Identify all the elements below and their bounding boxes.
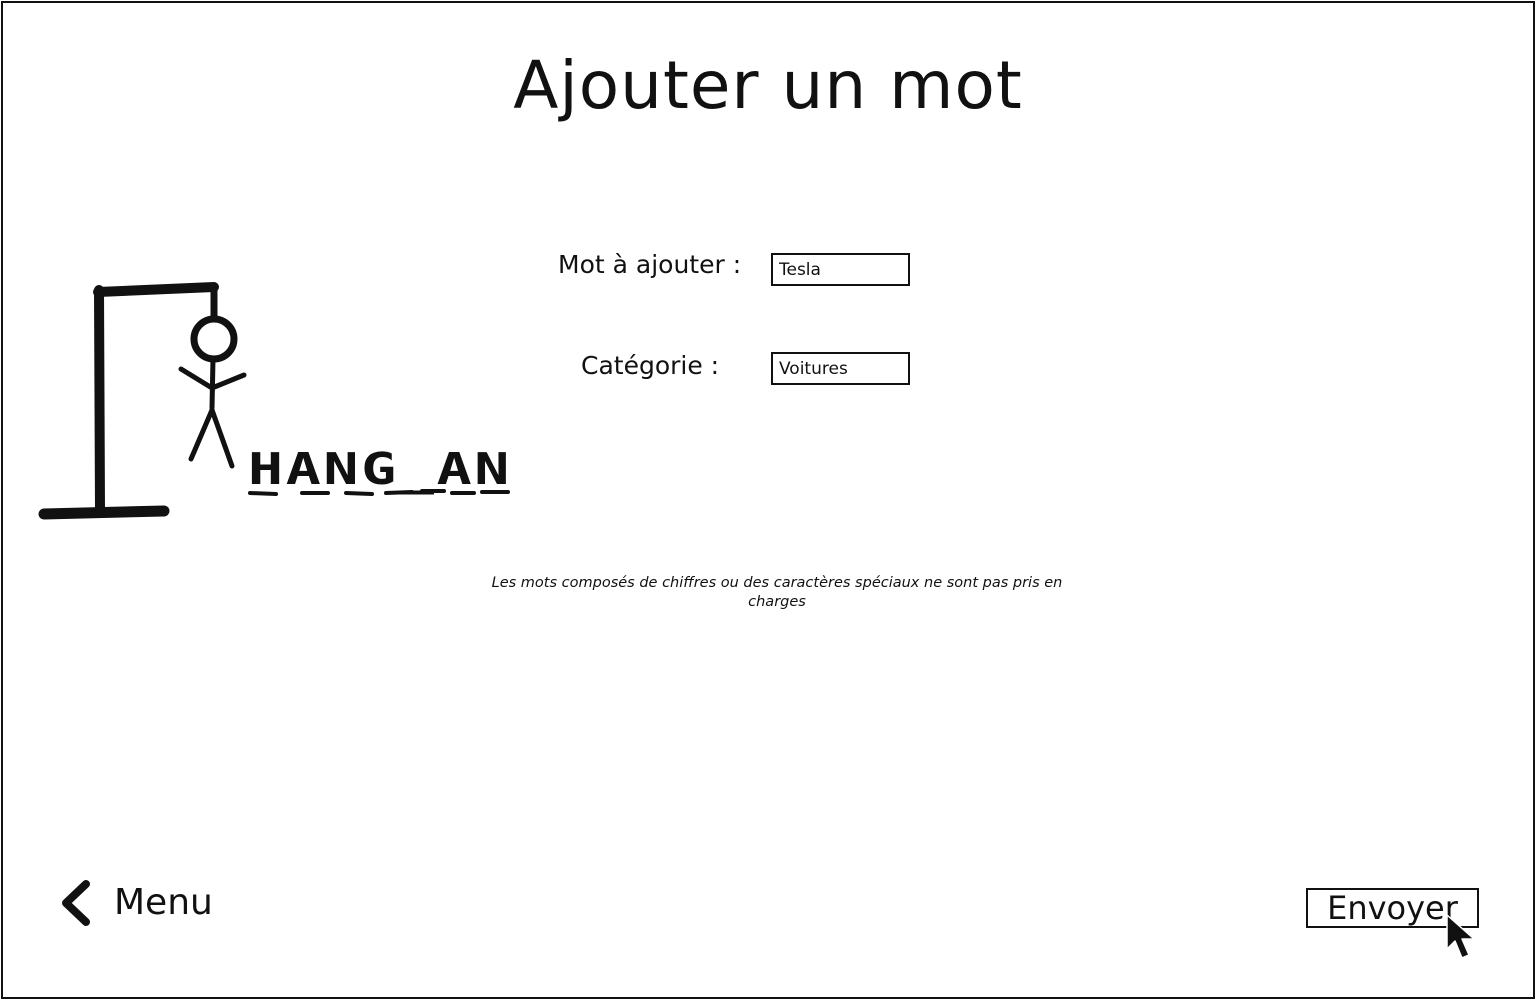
back-label: Menu	[114, 882, 213, 923]
word-input[interactable]	[771, 253, 910, 286]
word-label: Mot à ajouter :	[558, 250, 742, 279]
mouse-cursor-icon	[1446, 914, 1475, 959]
logo-text-art: HANG_AN	[248, 444, 512, 496]
page-title: Ajouter un mot	[513, 47, 1023, 124]
input-note: Les mots composés de chiffres ou des car…	[491, 575, 1063, 610]
back-to-menu-link[interactable]: Menu	[58, 878, 213, 928]
category-label: Catégorie :	[581, 351, 720, 380]
chevron-left-icon	[62, 880, 90, 926]
logo-text: HANG_AN	[248, 444, 512, 495]
hangman-logo: HANG_AN	[38, 278, 518, 530]
category-input[interactable]	[771, 352, 910, 385]
